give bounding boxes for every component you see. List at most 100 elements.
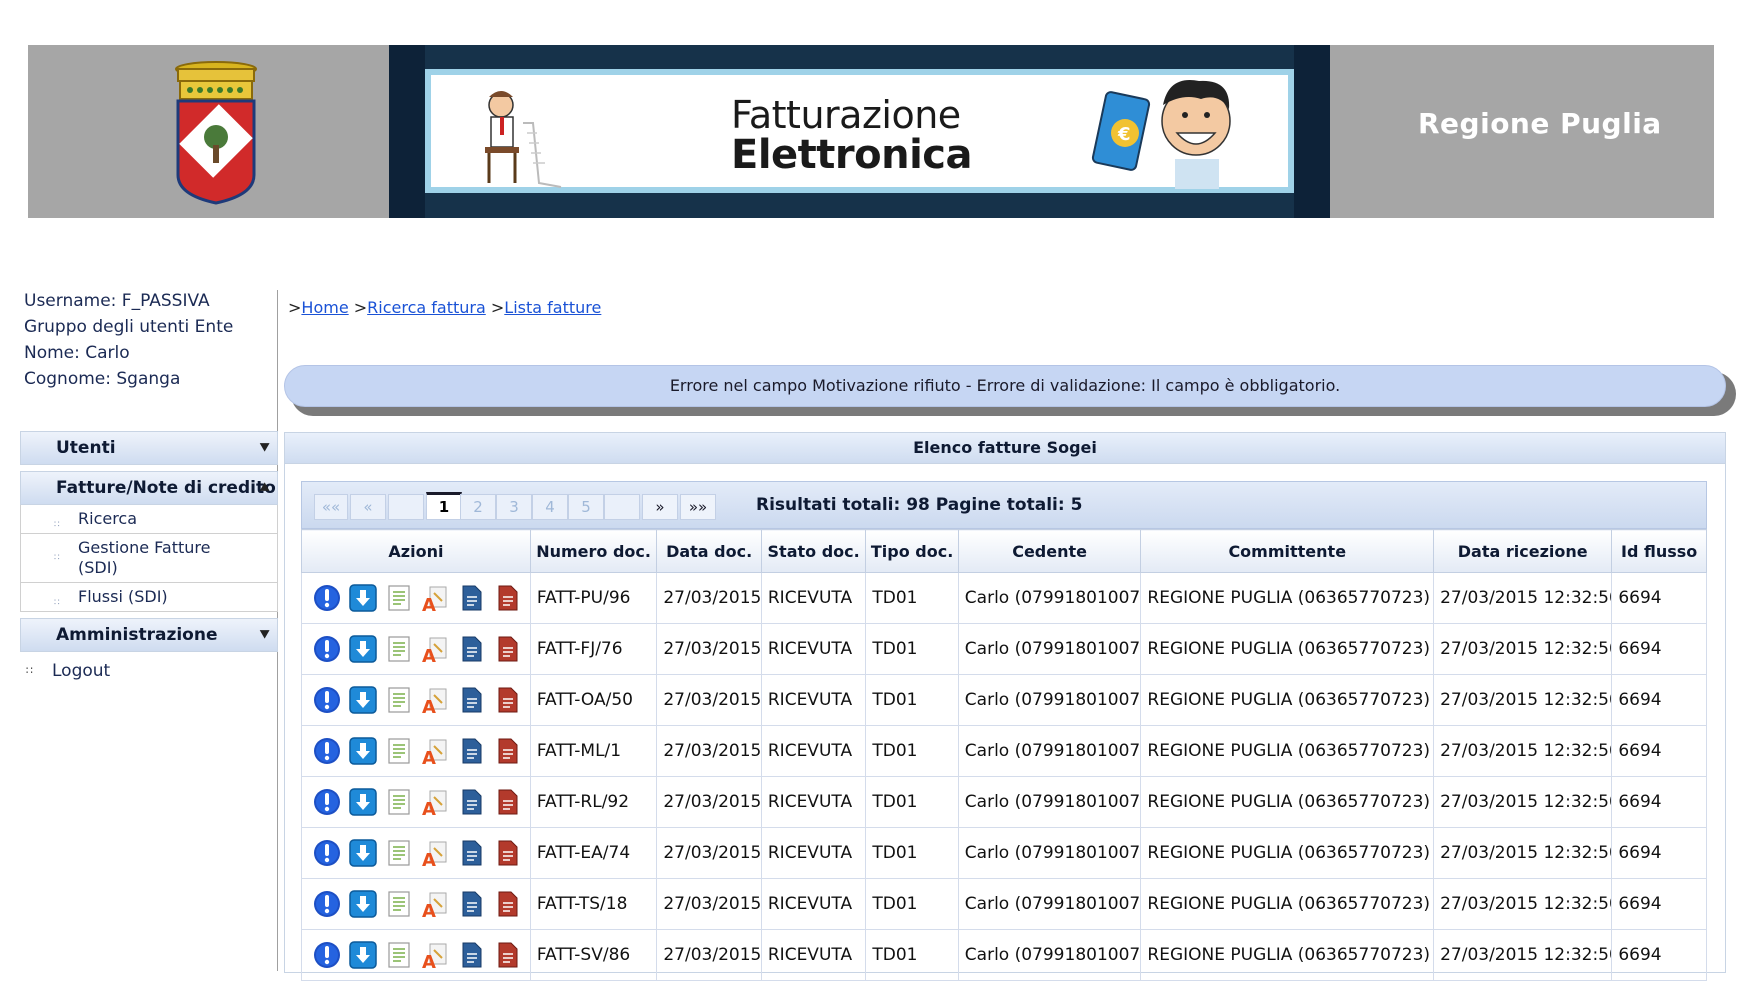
- file-red-icon[interactable]: [492, 787, 522, 817]
- file-red-icon[interactable]: [492, 940, 522, 970]
- tipo-doc-cell: TD01: [865, 572, 959, 624]
- document-list-icon[interactable]: [384, 685, 414, 715]
- actions-cell: A: [301, 725, 531, 777]
- info-icon[interactable]: [312, 838, 342, 868]
- table-row[interactable]: A FATT-OA/50 27/03/2015 RICEVUTA TD01 Carlo (…: [301, 674, 1707, 726]
- file-red-icon[interactable]: [492, 634, 522, 664]
- document-list-icon[interactable]: [384, 940, 414, 970]
- pdf-icon[interactable]: A: [420, 583, 450, 616]
- column-header[interactable]: Stato doc.: [760, 529, 867, 573]
- breadcrumb-ricerca-link[interactable]: Ricerca fattura: [367, 298, 486, 317]
- id-flusso-cell: 6694: [1611, 827, 1707, 879]
- download-icon[interactable]: [348, 787, 378, 817]
- pdf-icon[interactable]: A: [420, 889, 450, 922]
- table-row[interactable]: A FATT-PU/96 27/03/2015 RICEVUTA TD01 Carlo (…: [301, 572, 1707, 624]
- breadcrumb-home-link[interactable]: Home: [301, 298, 348, 317]
- file-blue-icon[interactable]: [456, 736, 486, 766]
- stato-doc-cell: RICEVUTA: [760, 827, 867, 879]
- file-blue-icon[interactable]: [456, 583, 486, 613]
- table-row[interactable]: A FATT-RL/92 27/03/2015 RICEVUTA TD01 Carlo (…: [301, 776, 1707, 828]
- column-header[interactable]: Id flusso: [1611, 529, 1707, 573]
- download-icon[interactable]: [348, 940, 378, 970]
- menu-utenti[interactable]: Utenti ⯆: [20, 431, 278, 465]
- info-icon[interactable]: [312, 940, 342, 970]
- table-row[interactable]: A FATT-ML/1 27/03/2015 RICEVUTA TD01 Carlo (0…: [301, 725, 1707, 777]
- download-icon[interactable]: [348, 583, 378, 613]
- download-icon[interactable]: [348, 736, 378, 766]
- id-flusso-cell: 6694: [1611, 776, 1707, 828]
- file-red-icon[interactable]: [492, 583, 522, 613]
- table-row[interactable]: A FATT-FJ/76 27/03/2015 RICEVUTA TD01 Carlo (…: [301, 623, 1707, 675]
- file-blue-icon[interactable]: [456, 685, 486, 715]
- column-header[interactable]: Cedente: [957, 529, 1142, 573]
- pager-blank: [388, 494, 424, 520]
- pager-info: Risultati totali: 98 Pagine totali: 5: [756, 495, 1083, 515]
- info-icon[interactable]: [312, 634, 342, 664]
- submenu-item-ricerca[interactable]: ∷ Ricerca: [21, 505, 277, 534]
- pager-page-5[interactable]: 5: [568, 494, 604, 520]
- document-list-icon[interactable]: [384, 634, 414, 664]
- pdf-icon[interactable]: A: [420, 634, 450, 667]
- pdf-icon[interactable]: A: [420, 838, 450, 871]
- breadcrumb-lista-link[interactable]: Lista fatture: [504, 298, 601, 317]
- file-blue-icon[interactable]: [456, 940, 486, 970]
- table-row[interactable]: A FATT-EA/74 27/03/2015 RICEVUTA TD01 Carlo (…: [301, 827, 1707, 879]
- pager-first-button[interactable]: ««: [314, 494, 348, 520]
- column-header[interactable]: Azioni: [301, 529, 531, 573]
- column-header[interactable]: Data doc.: [656, 529, 762, 573]
- menu-amministrazione[interactable]: Amministrazione ⯆: [20, 618, 278, 652]
- download-icon[interactable]: [348, 634, 378, 664]
- table-row[interactable]: A FATT-SV/86 27/03/2015 RICEVUTA TD01 Carlo (…: [301, 929, 1707, 981]
- document-list-icon[interactable]: [384, 838, 414, 868]
- column-header[interactable]: Committente: [1140, 529, 1435, 573]
- pager-last-button[interactable]: »»: [680, 494, 716, 520]
- pager-page-2[interactable]: 2: [460, 494, 496, 520]
- menu-utenti-label: Utenti: [56, 438, 116, 458]
- info-icon[interactable]: [312, 889, 342, 919]
- brand-title-line1: Fatturazione: [731, 93, 961, 137]
- stato-doc-cell: RICEVUTA: [760, 725, 867, 777]
- document-list-icon[interactable]: [384, 583, 414, 613]
- info-icon[interactable]: [312, 583, 342, 613]
- download-icon[interactable]: [348, 838, 378, 868]
- file-red-icon[interactable]: [492, 685, 522, 715]
- logout-link[interactable]: ∷ Logout: [20, 658, 278, 684]
- pdf-icon[interactable]: A: [420, 685, 450, 718]
- pdf-icon[interactable]: A: [420, 940, 450, 973]
- info-icon[interactable]: [312, 736, 342, 766]
- document-list-icon[interactable]: [384, 787, 414, 817]
- pager-page-3[interactable]: 3: [496, 494, 532, 520]
- document-list-icon[interactable]: [384, 736, 414, 766]
- pager-next-button[interactable]: »: [642, 494, 678, 520]
- menu-fatture[interactable]: Fatture/Note di credito ⯅: [20, 471, 278, 505]
- table-row[interactable]: A FATT-TS/18 27/03/2015 RICEVUTA TD01 Carlo (…: [301, 878, 1707, 930]
- column-header[interactable]: Data ricezione: [1433, 529, 1613, 573]
- pager-prev-button[interactable]: «: [350, 494, 386, 520]
- file-red-icon[interactable]: [492, 736, 522, 766]
- pdf-icon[interactable]: A: [420, 736, 450, 769]
- info-icon[interactable]: [312, 787, 342, 817]
- pager-blank: [604, 494, 640, 520]
- file-blue-icon[interactable]: [456, 634, 486, 664]
- pager-page-1[interactable]: 1: [426, 492, 462, 520]
- column-header[interactable]: Numero doc.: [529, 529, 658, 573]
- file-red-icon[interactable]: [492, 889, 522, 919]
- info-icon[interactable]: [312, 685, 342, 715]
- id-flusso-cell: 6694: [1611, 572, 1707, 624]
- submenu-item-gestione-fatture[interactable]: ∷ Gestione Fatture (SDI): [21, 534, 277, 583]
- submenu-item-flussi[interactable]: ∷ Flussi (SDI): [21, 583, 277, 612]
- menu-fatture-submenu: ∷ Ricerca ∷ Gestione Fatture (SDI) ∷ Flu…: [20, 505, 278, 612]
- data-doc-cell: 27/03/2015: [656, 572, 762, 624]
- tipo-doc-cell: TD01: [865, 674, 959, 726]
- pager-page-4[interactable]: 4: [532, 494, 568, 520]
- download-icon[interactable]: [348, 889, 378, 919]
- file-blue-icon[interactable]: [456, 889, 486, 919]
- numero-doc-cell: FATT-TS/18: [529, 878, 658, 930]
- file-red-icon[interactable]: [492, 838, 522, 868]
- download-icon[interactable]: [348, 685, 378, 715]
- file-blue-icon[interactable]: [456, 787, 486, 817]
- file-blue-icon[interactable]: [456, 838, 486, 868]
- pdf-icon[interactable]: A: [420, 787, 450, 820]
- document-list-icon[interactable]: [384, 889, 414, 919]
- column-header[interactable]: Tipo doc.: [865, 529, 959, 573]
